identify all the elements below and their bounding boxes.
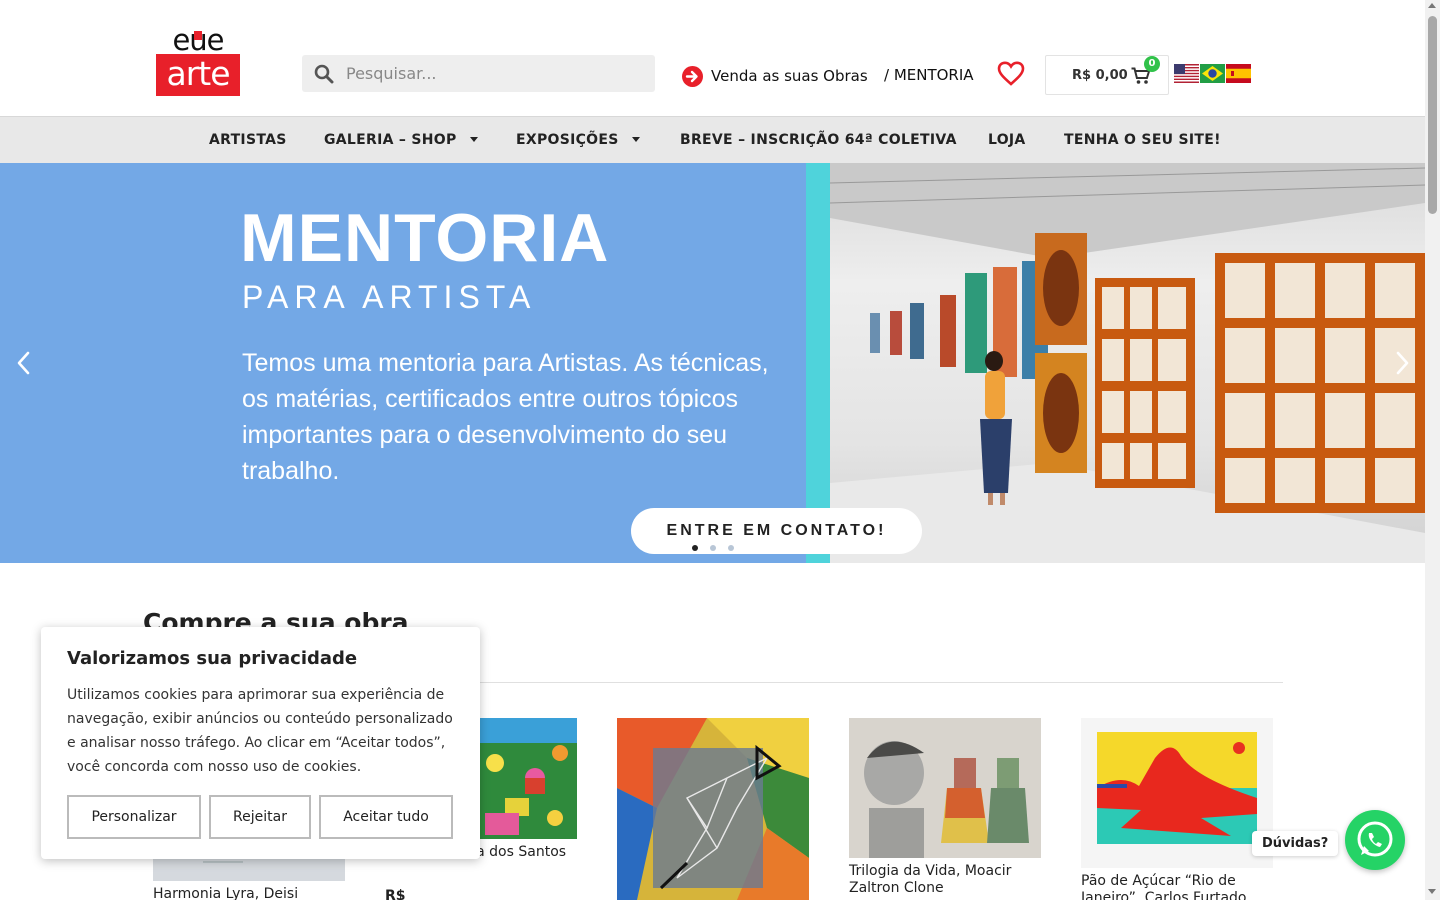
whatsapp-icon bbox=[1357, 821, 1393, 857]
br-flag-icon[interactable] bbox=[1200, 64, 1225, 83]
scroll-down-icon[interactable] bbox=[1428, 889, 1436, 894]
whatsapp-button[interactable] bbox=[1345, 810, 1405, 870]
logo-dot bbox=[194, 31, 202, 40]
search-icon[interactable] bbox=[314, 64, 334, 84]
hero-title: MENTORIA bbox=[240, 200, 610, 276]
nav-item-galeria-shop[interactable]: GALERIA – SHOP bbox=[324, 132, 478, 148]
product-image[interactable] bbox=[849, 718, 1041, 858]
nav-item-label: EXPOSIÇÕES bbox=[516, 132, 619, 148]
site-header: eue arte Venda as suas Obras / MENTORIA … bbox=[0, 0, 1425, 116]
nav-item-label: LOJA bbox=[988, 132, 1026, 148]
language-switcher bbox=[1174, 64, 1251, 83]
product-name[interactable]: Trilogia da Vida, Moacir Zaltron Clone bbox=[849, 863, 1041, 897]
caret-down-icon bbox=[469, 136, 478, 142]
logo-bottom-text: arte bbox=[156, 54, 240, 96]
hero-accent-stripe bbox=[806, 163, 830, 563]
cookie-consent-banner: Valorizamos sua privacidade Utilizamos c… bbox=[41, 627, 480, 859]
scroll-up-icon[interactable] bbox=[1428, 3, 1436, 8]
sell-artworks-link[interactable]: Venda as suas Obras bbox=[682, 64, 868, 88]
cookie-reject-button[interactable]: Rejeitar bbox=[209, 795, 311, 839]
search-input[interactable] bbox=[346, 55, 646, 92]
us-flag-icon[interactable] bbox=[1174, 64, 1199, 83]
arrow-circle-icon bbox=[682, 65, 703, 87]
nav-item-label: ARTISTAS bbox=[209, 132, 287, 148]
sell-artworks-label: Venda as suas Obras bbox=[711, 67, 868, 85]
cookie-title: Valorizamos sua privacidade bbox=[67, 648, 358, 669]
es-flag-icon[interactable] bbox=[1226, 64, 1251, 83]
cart-button[interactable]: R$ 0,00 0 bbox=[1045, 55, 1169, 95]
product-image[interactable] bbox=[617, 718, 809, 900]
hero-text: Temos uma mentoria para Artistas. As téc… bbox=[242, 349, 769, 485]
slider-dot[interactable] bbox=[692, 545, 698, 551]
slider-prev-arrow-icon[interactable] bbox=[14, 349, 34, 377]
product-price: R$ 5.800,00 bbox=[385, 888, 406, 900]
search-box bbox=[302, 55, 655, 92]
page-scrollbar[interactable] bbox=[1425, 0, 1440, 900]
slider-pagination bbox=[692, 545, 734, 551]
wishlist-heart-icon[interactable] bbox=[997, 60, 1025, 88]
main-nav: ARTISTAS GALERIA – SHOP EXPOSIÇÕES BREVE… bbox=[0, 116, 1425, 163]
cookie-text: Utilizamos cookies para aprimorar sua ex… bbox=[67, 687, 453, 775]
nav-item-tenha-site[interactable]: TENHA O SEU SITE! bbox=[1064, 132, 1221, 148]
cart-total: R$ 0,00 bbox=[1072, 68, 1128, 83]
product-name[interactable]: Harmonia Lyra, Deisi bbox=[153, 886, 345, 900]
whatsapp-label[interactable]: Dúvidas? bbox=[1252, 831, 1339, 856]
scrollbar-thumb[interactable] bbox=[1428, 16, 1437, 214]
nav-item-exposicoes[interactable]: EXPOSIÇÕES bbox=[516, 132, 640, 148]
nav-item-inscricao[interactable]: BREVE – INSCRIÇÃO 64ª COLETIVA bbox=[680, 132, 957, 148]
product-image[interactable] bbox=[1081, 718, 1273, 868]
slider-next-arrow-icon[interactable] bbox=[1392, 349, 1412, 377]
nav-item-loja[interactable]: LOJA bbox=[988, 132, 1026, 148]
caret-down-icon bbox=[631, 136, 640, 142]
nav-item-label: TENHA O SEU SITE! bbox=[1064, 132, 1221, 148]
mentoria-link[interactable]: / MENTORIA bbox=[884, 66, 974, 84]
hero-gallery-image bbox=[830, 163, 1425, 563]
slider-dot[interactable] bbox=[710, 545, 716, 551]
hero-subtitle: PARA ARTISTA bbox=[242, 279, 537, 315]
nav-item-label: BREVE – INSCRIÇÃO 64ª COLETIVA bbox=[680, 132, 957, 148]
hero-slider: MENTORIA PARA ARTISTA Temos uma mentoria… bbox=[0, 163, 1425, 563]
cookie-accept-button[interactable]: Aceitar tudo bbox=[319, 795, 453, 839]
cookie-customize-button[interactable]: Personalizar bbox=[67, 795, 201, 839]
site-logo[interactable]: eue arte bbox=[156, 26, 240, 96]
contact-cta-button[interactable]: ENTRE EM CONTATO! bbox=[631, 508, 922, 554]
slider-dot[interactable] bbox=[728, 545, 734, 551]
product-name[interactable]: Pão de Açúcar “Rio de Janeiro”, Carlos F… bbox=[1081, 873, 1273, 900]
cart-count-badge: 0 bbox=[1144, 56, 1160, 72]
nav-item-artistas[interactable]: ARTISTAS bbox=[209, 132, 287, 148]
nav-item-label: GALERIA – SHOP bbox=[324, 132, 457, 148]
